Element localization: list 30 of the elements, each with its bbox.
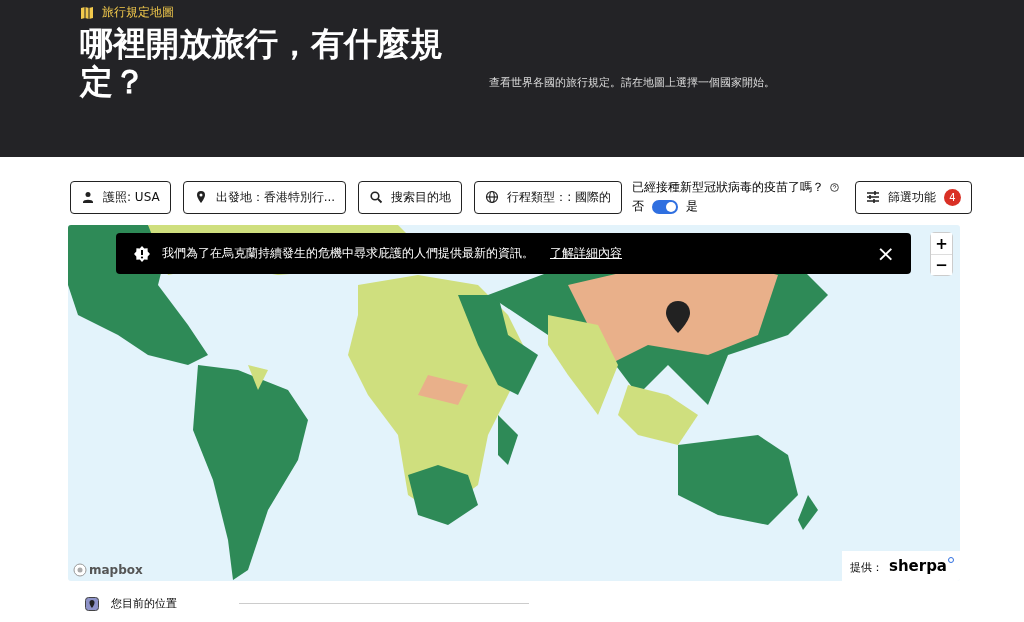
credit-label: 提供： — [849, 560, 883, 575]
legend-label: 您目前的位置 — [111, 596, 177, 611]
no-label: 否 — [632, 198, 644, 215]
page-subtitle: 查看世界各國的旅行規定。請在地圖上選擇一個國家開始。 — [489, 75, 775, 90]
alert-icon — [134, 245, 150, 262]
trip-filter-button[interactable]: 行程類型：: 國際的 — [474, 180, 622, 214]
yes-label: 是 — [686, 198, 698, 215]
filter-button[interactable]: 篩選功能 4 — [855, 180, 972, 214]
credit-brand: sherpa — [888, 557, 954, 575]
search-icon — [369, 190, 384, 204]
passport-filter-button[interactable]: 護照: USA — [70, 180, 171, 214]
help-icon — [830, 183, 839, 192]
person-icon — [81, 190, 95, 204]
zoom-out-button[interactable]: − — [931, 254, 952, 275]
vaccine-question: 已經接種新型冠狀病毒的疫苗了嗎？ — [632, 179, 824, 196]
vaccine-toggle[interactable] — [652, 199, 678, 214]
search-filter-button[interactable]: 搜索目的地 — [358, 180, 463, 214]
close-button[interactable]: × — [876, 242, 895, 265]
learn-more-link[interactable]: 了解詳細內容 — [550, 246, 622, 261]
eyebrow-label: 旅行規定地圖 — [102, 4, 174, 21]
globe-icon — [485, 190, 500, 204]
notice-message: 我們為了在烏克蘭持續發生的危機中尋求庇護的人們提供最新的資訊。 — [162, 246, 534, 261]
page-title: 哪裡開放旅行，有什麼規定？ — [80, 25, 444, 101]
sliders-icon — [866, 191, 880, 203]
filter-count-badge: 4 — [944, 188, 961, 206]
map-logo-text: mapbox — [89, 563, 143, 577]
map-icon — [80, 5, 94, 20]
origin-filter-button[interactable]: 出發地：香港特別行... — [182, 180, 347, 214]
location-marker-icon — [85, 596, 99, 611]
mapbox-logo-icon — [73, 563, 87, 577]
